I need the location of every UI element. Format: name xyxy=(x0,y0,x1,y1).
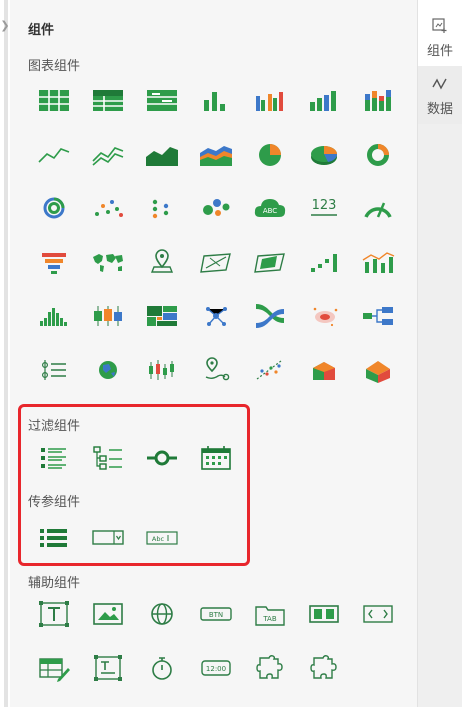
candlestick-chart-icon[interactable] xyxy=(144,352,180,388)
web-page-icon[interactable] xyxy=(144,596,180,632)
relation-graph-icon[interactable] xyxy=(198,298,234,334)
scatter-chart-icon[interactable] xyxy=(90,190,126,226)
bar-line-combo-icon[interactable] xyxy=(360,244,396,280)
3d-bar-chart-icon[interactable] xyxy=(306,352,342,388)
image-icon[interactable] xyxy=(90,596,126,632)
list-bullet-chart-icon[interactable] xyxy=(36,352,72,388)
bar-chart-icon[interactable] xyxy=(198,82,234,118)
tab-component-icon[interactable]: TAB xyxy=(252,596,288,632)
histogram-icon[interactable] xyxy=(36,298,72,334)
step-bar-chart-icon[interactable] xyxy=(306,244,342,280)
tab-data-label: 数据 xyxy=(426,102,453,117)
button-component-icon[interactable]: BTN xyxy=(198,596,234,632)
map-pin-icon[interactable] xyxy=(144,244,180,280)
clock-component-label: 12:00 xyxy=(206,665,226,673)
world-map-icon[interactable] xyxy=(90,244,126,280)
data-line-icon xyxy=(432,78,447,90)
3d-pie-chart-icon[interactable] xyxy=(306,137,342,173)
nested-ring-chart-icon[interactable] xyxy=(36,190,72,226)
panel-title: 组件 xyxy=(28,23,55,38)
sidebar-background xyxy=(418,124,462,707)
region-map-icon[interactable] xyxy=(252,244,288,280)
tab-data[interactable]: 数据 xyxy=(418,66,462,124)
split-layout-icon[interactable] xyxy=(306,596,342,632)
gauge-chart-icon[interactable] xyxy=(360,190,396,226)
word-cloud-label: ABC xyxy=(263,207,277,215)
add-component-icon xyxy=(432,18,447,33)
area-chart-icon[interactable] xyxy=(144,137,180,173)
tab-components-label: 组件 xyxy=(426,44,453,59)
heatmap-icon[interactable] xyxy=(306,298,342,334)
section-title-chart: 图表组件 xyxy=(28,59,81,74)
table-icon[interactable] xyxy=(36,82,72,118)
right-sidebar: 组件 数据 xyxy=(418,0,462,707)
route-map-icon[interactable] xyxy=(198,352,234,388)
donut-chart-icon[interactable] xyxy=(360,137,396,173)
funnel-chart-icon[interactable] xyxy=(36,244,72,280)
kpi-number-label: 123 xyxy=(312,198,337,213)
rich-text-icon[interactable] xyxy=(90,650,126,686)
highlight-box xyxy=(18,404,250,566)
number-kpi-icon[interactable]: 123 xyxy=(306,190,342,226)
text-box-icon[interactable] xyxy=(36,596,72,632)
line-chart-icon[interactable] xyxy=(36,137,72,173)
scatter-trend-icon[interactable] xyxy=(252,352,288,388)
treemap-icon[interactable] xyxy=(144,298,180,334)
tree-chart-icon[interactable] xyxy=(360,298,396,334)
button-component-label: BTN xyxy=(209,611,223,619)
multi-bar-chart-icon[interactable] xyxy=(306,82,342,118)
collapse-chevron-icon[interactable]: ❯ xyxy=(0,16,10,36)
panel-left-edge xyxy=(0,0,10,707)
word-cloud-icon[interactable]: ABC xyxy=(252,190,288,226)
tab-components[interactable]: 组件 xyxy=(418,8,462,66)
stacked-bar-chart-icon[interactable] xyxy=(360,82,396,118)
globe-icon[interactable] xyxy=(90,352,126,388)
clock-component-icon[interactable]: 12:00 xyxy=(198,650,234,686)
flow-map-icon[interactable] xyxy=(198,244,234,280)
timer-icon[interactable] xyxy=(144,650,180,686)
stacked-area-chart-icon[interactable] xyxy=(198,137,234,173)
bubble-chart-icon[interactable] xyxy=(198,190,234,226)
box-plot-icon[interactable] xyxy=(90,298,126,334)
custom-shape-icon[interactable] xyxy=(252,650,288,686)
grouped-bar-chart-icon[interactable] xyxy=(252,82,288,118)
pie-chart-icon[interactable] xyxy=(252,137,288,173)
carousel-icon[interactable] xyxy=(360,596,396,632)
multi-line-chart-icon[interactable] xyxy=(90,137,126,173)
detail-table-icon[interactable] xyxy=(144,82,180,118)
edit-table-icon[interactable] xyxy=(36,650,72,686)
dot-matrix-chart-icon[interactable] xyxy=(144,190,180,226)
cross-table-icon[interactable] xyxy=(90,82,126,118)
sankey-chart-icon[interactable] xyxy=(252,298,288,334)
section-title-aux: 辅助组件 xyxy=(28,576,81,591)
tab-component-label: TAB xyxy=(262,615,277,623)
3d-pie-stack-icon[interactable] xyxy=(360,352,396,388)
custom-component-icon[interactable] xyxy=(306,650,342,686)
